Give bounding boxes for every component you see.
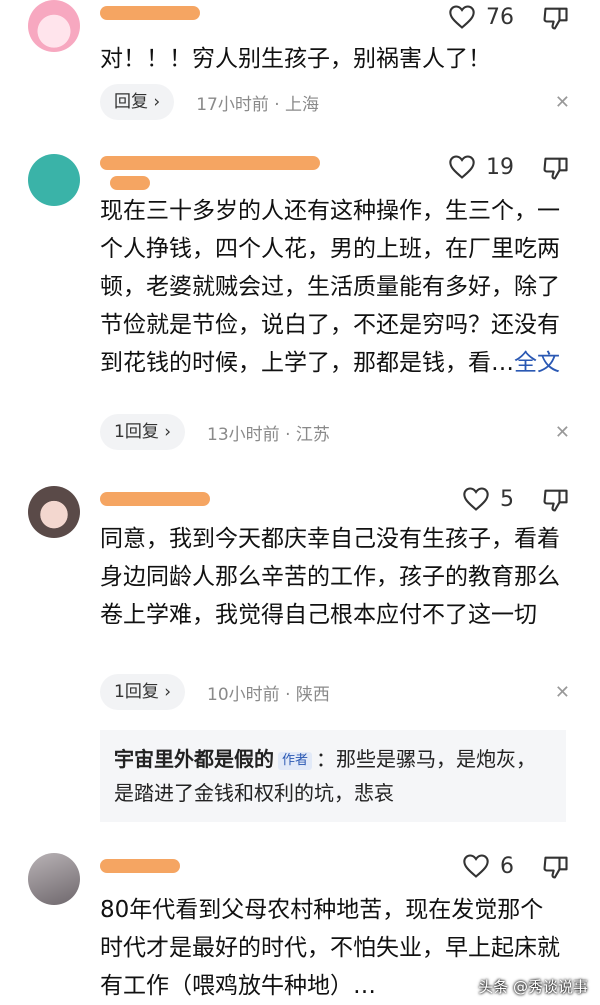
comment-actions: 1回复 › 10小时前 · 陕西 ✕ xyxy=(100,674,570,710)
heart-icon xyxy=(449,5,475,29)
comment-text: 对！！！穷人别生孩子，别祸害人了！ xyxy=(100,46,491,72)
comment-text: 同意，我到今天都庆幸自己没有生孩子，看着身边同龄人那么辛苦的工作，孩子的教育那么… xyxy=(100,526,560,628)
close-icon[interactable]: ✕ xyxy=(555,422,570,443)
comment-actions: 1回复 › 13小时前 · 江苏 ✕ xyxy=(100,414,570,450)
comment-text-body: 现在三十多岁的人还有这种操作，生三个，一个人挣钱，四个人花，男的上班，在厂里吃两… xyxy=(100,198,560,376)
heart-icon xyxy=(463,487,489,511)
like-button[interactable]: 6 xyxy=(462,853,514,879)
redacted-username xyxy=(110,176,150,190)
avatar[interactable] xyxy=(28,853,80,905)
comment-text: 现在三十多岁的人还有这种操作，生三个，一个人挣钱，四个人花，男的上班，在厂里吃两… xyxy=(100,192,560,382)
reply-button[interactable]: 1回复 › xyxy=(100,414,186,450)
redacted-username xyxy=(100,156,320,170)
heart-icon xyxy=(449,155,475,179)
comment-meta: 13小时前 · 江苏 xyxy=(207,424,330,445)
author-reply[interactable]: 宇宙里外都是假的 作者 ：那些是骡马，是炮灰，是踏进了金钱和权利的坑，悲哀 xyxy=(100,730,566,822)
redacted-username xyxy=(100,492,210,506)
reply-button[interactable]: 回复 › xyxy=(100,84,175,120)
close-icon[interactable]: ✕ xyxy=(555,92,570,113)
redacted-username xyxy=(100,6,200,20)
avatar[interactable] xyxy=(28,154,80,206)
redacted-username xyxy=(100,859,180,873)
like-count: 76 xyxy=(486,4,514,30)
like-button[interactable]: 76 xyxy=(448,4,514,30)
like-count: 19 xyxy=(486,154,514,180)
dislike-icon[interactable] xyxy=(542,154,570,182)
author-badge: 作者 xyxy=(278,752,313,770)
reply-button[interactable]: 1回复 › xyxy=(100,674,186,710)
avatar[interactable] xyxy=(28,0,80,52)
like-count: 5 xyxy=(500,486,514,512)
comment-actions: 回复 › 17小时前 · 上海 ✕ xyxy=(100,84,570,120)
author-reply-name: 宇宙里外都是假的 xyxy=(114,747,274,771)
close-icon[interactable]: ✕ xyxy=(555,682,570,703)
comment-meta: 17小时前 · 上海 xyxy=(196,94,320,115)
like-button[interactable]: 19 xyxy=(448,154,514,180)
expand-full-text-link[interactable]: 全文 xyxy=(514,350,560,376)
heart-icon xyxy=(463,854,489,878)
dislike-icon[interactable] xyxy=(542,486,570,514)
avatar[interactable] xyxy=(28,486,80,538)
dislike-icon[interactable] xyxy=(542,853,570,881)
like-button[interactable]: 5 xyxy=(462,486,514,512)
dislike-icon[interactable] xyxy=(542,4,570,32)
comment-meta: 10小时前 · 陕西 xyxy=(207,684,330,705)
watermark: 头条 @秀谈说事 xyxy=(478,978,588,996)
like-count: 6 xyxy=(500,853,514,879)
